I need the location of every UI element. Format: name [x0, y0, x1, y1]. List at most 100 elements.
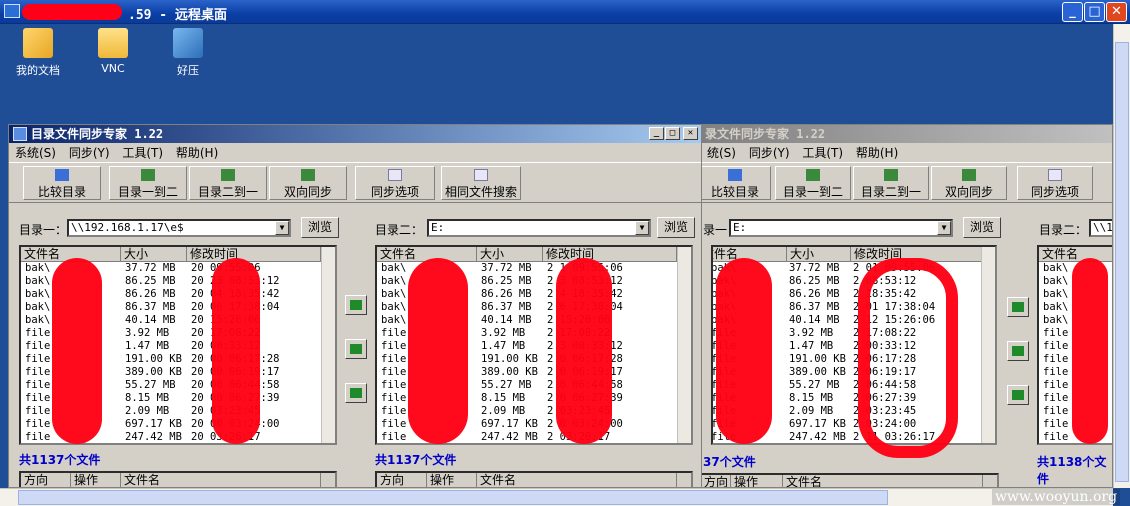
- cell-filename: file: [381, 405, 407, 417]
- cell-filename: bak\: [25, 275, 51, 287]
- redaction-mark: [408, 258, 468, 444]
- cell-filename: bak\: [1043, 275, 1069, 287]
- desktop-icon-haozip[interactable]: 好压: [158, 28, 218, 78]
- left-file-count: 37个文件: [703, 455, 756, 469]
- toolbar: 比较目录 目录一到二 目录二到一 双向同步 同步选项: [701, 163, 1112, 203]
- copy-right-button[interactable]: [1007, 297, 1029, 317]
- bidirectional-sync-button[interactable]: 双向同步: [931, 166, 1007, 200]
- cell-size: 247.42 MB: [481, 431, 538, 443]
- bidirectional-sync-button[interactable]: 双向同步: [269, 166, 347, 200]
- cell-size: 191.00 KB: [789, 353, 846, 365]
- sync-both-button[interactable]: [345, 383, 367, 403]
- cell-filename: file: [25, 366, 51, 378]
- cell-filename: file: [381, 379, 407, 391]
- cell-size: 1.47 MB: [481, 340, 526, 352]
- chevron-down-icon: ▼: [635, 221, 649, 235]
- cell-filename: file: [1043, 366, 1069, 378]
- cell-size: 2.09 MB: [125, 405, 170, 417]
- browse-dir2-button[interactable]: 浏览: [657, 217, 695, 238]
- cell-size: 55.27 MB: [481, 379, 532, 391]
- cell-size: 2.09 MB: [789, 405, 834, 417]
- redaction-mark: [212, 258, 260, 444]
- copy-right-button[interactable]: [345, 295, 367, 315]
- close-button[interactable]: ✕: [683, 127, 698, 140]
- menu-system[interactable]: 系统(S): [15, 146, 56, 160]
- menu-help[interactable]: 帮助(H): [176, 146, 218, 160]
- arrow-left-icon: [350, 344, 362, 354]
- col-direction: 方向: [377, 473, 427, 487]
- desktop-icon-vnc[interactable]: VNC: [83, 28, 143, 75]
- ops-list-right[interactable]: 方向 操作 文件名: [375, 471, 693, 487]
- ops-list-left[interactable]: 方向 操作 文件名: [19, 471, 337, 487]
- dir1-to-dir2-button[interactable]: 目录一到二: [109, 166, 187, 200]
- compare-dirs-button[interactable]: 比较目录: [701, 166, 771, 200]
- menu-tools[interactable]: 工具(T): [802, 146, 843, 160]
- browse-dir1-button[interactable]: 浏览: [963, 217, 1001, 238]
- sync-options-button[interactable]: 同步选项: [355, 166, 435, 200]
- menu-sync[interactable]: 同步(Y): [69, 146, 110, 160]
- remote-desktop-title: .59 - 远程桌面: [128, 8, 227, 23]
- desktop-icon-label: 我的文档: [16, 64, 60, 77]
- cell-filename: file: [381, 327, 407, 339]
- dir1-input[interactable]: E: ▼: [729, 219, 953, 237]
- remote-vertical-scrollbar[interactable]: [1113, 24, 1130, 488]
- cell-size: 86.26 MB: [481, 288, 532, 300]
- col-size: 大小: [787, 247, 851, 262]
- cell-size: 3.92 MB: [789, 327, 834, 339]
- copy-left-button[interactable]: [345, 339, 367, 359]
- dir2-to-dir1-button[interactable]: 目录二到一: [189, 166, 267, 200]
- window-title: 目录文件同步专家 1.22 _ □ ✕: [9, 125, 701, 143]
- redaction-mark: [556, 258, 612, 444]
- my-documents-icon: [23, 28, 53, 58]
- cell-filename: file: [1043, 405, 1069, 417]
- minimize-button[interactable]: _: [1062, 2, 1083, 22]
- dir2-to-dir1-button[interactable]: 目录二到一: [853, 166, 929, 200]
- minimize-button[interactable]: _: [649, 127, 664, 140]
- menu-help[interactable]: 帮助(H): [856, 146, 898, 160]
- col-operation: 操作: [427, 473, 477, 487]
- ops-list-left[interactable]: 方向 操作 文件名: [701, 473, 999, 487]
- copy-left-button[interactable]: [1007, 341, 1029, 361]
- scrollbar[interactable]: [677, 247, 691, 443]
- same-file-search-button[interactable]: 相同文件搜索: [441, 166, 521, 200]
- desktop-icon-my-documents[interactable]: 我的文档: [8, 28, 68, 78]
- sync-both-button[interactable]: [1007, 385, 1029, 405]
- cell-filename: file: [1043, 327, 1069, 339]
- browse-dir1-button[interactable]: 浏览: [301, 217, 339, 238]
- scrollbar[interactable]: [321, 247, 335, 443]
- cell-filename: bak\: [1043, 262, 1069, 274]
- cell-size: 86.37 MB: [481, 301, 532, 313]
- cell-size: 389.00 KB: [789, 366, 846, 378]
- cell-size: 86.37 MB: [125, 301, 176, 313]
- redaction-mark: [1072, 258, 1108, 444]
- remote-horizontal-scrollbar[interactable]: [0, 488, 1113, 506]
- dir2-input[interactable]: E: ▼: [427, 219, 651, 237]
- dir2-input[interactable]: \\1: [1089, 219, 1112, 237]
- sync-options-button[interactable]: 同步选项: [1017, 166, 1093, 200]
- cell-filename: file: [381, 353, 407, 365]
- dir1-to-dir2-button[interactable]: 目录一到二: [775, 166, 851, 200]
- cell-size: 8.15 MB: [481, 392, 526, 404]
- cell-size: 40.14 MB: [789, 314, 840, 326]
- scrollbar[interactable]: [981, 247, 995, 443]
- menu-sync[interactable]: 同步(Y): [749, 146, 790, 160]
- menu-tools[interactable]: 工具(T): [122, 146, 163, 160]
- maximize-button[interactable]: □: [1084, 2, 1105, 22]
- remote-desktop-icon: [4, 4, 20, 18]
- cell-filename: bak\: [25, 301, 51, 313]
- cell-filename: bak\: [381, 262, 407, 274]
- compare-dirs-button[interactable]: 比较目录: [23, 166, 101, 200]
- toolbar: 比较目录 目录一到二 目录二到一 双向同步 同步选项 相同文件搜索: [9, 163, 701, 203]
- cell-size: 86.25 MB: [481, 275, 532, 287]
- col-filename: 文件名: [121, 473, 321, 487]
- close-button[interactable]: ✕: [1106, 2, 1127, 22]
- menu-bar: 统(S) 同步(Y) 工具(T) 帮助(H): [701, 143, 1112, 163]
- col-size: 大小: [121, 247, 187, 262]
- menu-system[interactable]: 统(S): [707, 146, 736, 160]
- cell-filename: file: [1043, 379, 1069, 391]
- maximize-button[interactable]: □: [665, 127, 680, 140]
- cell-size: 697.17 KB: [789, 418, 846, 430]
- cell-size: 1.47 MB: [789, 340, 834, 352]
- dir1-input[interactable]: \\192.168.1.17\e$ ▼: [67, 219, 291, 237]
- cell-filename: file: [1043, 353, 1069, 365]
